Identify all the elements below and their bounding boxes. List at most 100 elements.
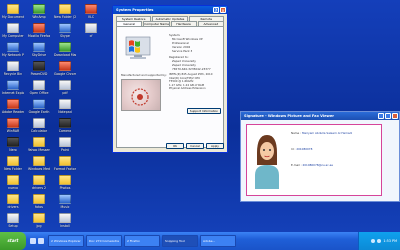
close-button[interactable]: ×: [220, 7, 226, 13]
desktop-icon-label: Google Earth: [28, 110, 50, 114]
red-icon: [85, 4, 97, 14]
desktop-icon[interactable]: cf: [80, 23, 102, 38]
desktop-icon[interactable]: Paint: [54, 137, 76, 152]
desktop-icon[interactable]: Format Factory: [54, 156, 76, 171]
apply-button[interactable]: Apply: [206, 143, 224, 149]
desktop-icon[interactable]: Camera: [54, 118, 76, 133]
desktop-icon[interactable]: drivers 2: [28, 175, 50, 190]
green-icon: [33, 4, 45, 14]
desktop-icon[interactable]: WinAmp: [28, 4, 50, 19]
desktop: My Documents My Computer My Network Places…: [0, 0, 400, 232]
desktop-icon[interactable]: Google Chrome: [54, 61, 76, 76]
desktop-icon[interactable]: Open Office: [28, 80, 50, 95]
desktop-icon[interactable]: Calculator: [28, 118, 50, 133]
manufacturer-info: INTEL(R) 845 August 25th, 2010 Intel(R) …: [169, 72, 227, 91]
desktop-icon-label: Notepad: [58, 110, 72, 114]
taskbar: start 2 Windows Explorer Doc 270 ComeAstr…: [0, 232, 400, 250]
red-icon: [33, 23, 45, 33]
blue-icon: [59, 194, 71, 204]
viewer-titlebar[interactable]: Signature - Windows Picture and Fax View…: [241, 112, 399, 120]
red-icon: [7, 118, 19, 128]
desktop-icon[interactable]: PowerDVD: [28, 61, 50, 76]
desktop-icon-label: Camera: [58, 129, 72, 133]
desktop-icon-label: Recycle Bin: [3, 72, 23, 76]
quick-launch-icon[interactable]: [30, 238, 36, 244]
desktop-icon[interactable]: Download Manager: [54, 42, 76, 57]
desktop-icon-label: Nero: [9, 148, 17, 152]
desktop-icon-label: WinRAR: [6, 129, 20, 133]
taskbar-button[interactable]: Doc 270 ComeAstra: [86, 235, 122, 247]
desktop-icon-label: fotos: [35, 205, 43, 209]
taskbar-button[interactable]: 2 Windows Explorer: [48, 235, 84, 247]
minimize-button[interactable]: [378, 113, 384, 119]
help-button[interactable]: ?: [213, 7, 219, 13]
windows-xp-logo-icon: [125, 36, 151, 59]
desktop-icon[interactable]: Music: [54, 194, 76, 209]
manufacturer-line: Physical Address Extension: [169, 86, 206, 91]
desktop-icon[interactable]: Photos: [54, 175, 76, 190]
quick-launch-icon[interactable]: [38, 238, 44, 244]
system-line: Service Pack 3: [172, 49, 193, 53]
desktop-icon[interactable]: Windows Media Player: [28, 156, 50, 171]
desktop-icon[interactable]: New Folder: [2, 156, 24, 171]
taskbar-button[interactable]: Adobe...: [200, 235, 236, 247]
desktop-icon[interactable]: Recycle Bin: [2, 61, 24, 76]
desktop-icon[interactable]: Skype: [54, 23, 76, 38]
desktop-icon[interactable]: My Network Places: [2, 42, 24, 57]
desktop-icon[interactable]: SkyDrive: [28, 42, 50, 57]
tray-icon[interactable]: [371, 239, 376, 243]
desktop-icon[interactable]: nuevo: [2, 175, 24, 190]
desktop-icon-label: Yahoo Messenger: [28, 148, 50, 152]
desktop-icon[interactable]: My Documents: [2, 4, 24, 19]
cancel-button[interactable]: Cancel: [186, 143, 204, 149]
name-field: Name : Mariyam Abdulla Saleem Al Hamadi: [291, 131, 381, 135]
taskbar-button[interactable]: 2 Firefox: [124, 235, 160, 247]
desktop-icon[interactable]: Google Earth: [28, 99, 50, 114]
desktop-icon[interactable]: My Computer: [2, 23, 24, 38]
start-button[interactable]: start: [0, 232, 26, 250]
desktop-icon[interactable]: Setup: [2, 213, 24, 228]
viewer-close-button[interactable]: [392, 113, 398, 119]
desktop-icon[interactable]: WinRAR: [2, 118, 24, 133]
folder-icon: [33, 175, 45, 185]
desktop-icon[interactable]: Yahoo Messenger: [28, 137, 50, 152]
desktop-icon[interactable]: Internet Explorer: [2, 80, 24, 95]
desktop-icon-label: Calculator: [30, 129, 48, 133]
desktop-icon[interactable]: pdf: [54, 80, 76, 95]
desktop-icon[interactable]: jpg: [28, 213, 50, 228]
general-panel: System: Microsoft Windows XP Professiona…: [116, 26, 224, 148]
desktop-icon[interactable]: Adobe Reader: [2, 99, 24, 114]
dialog-buttons: OK Cancel Apply: [166, 143, 224, 149]
email-label: E-mail :: [291, 163, 302, 167]
desktop-icon[interactable]: Nero: [2, 137, 24, 152]
clock[interactable]: 1:53 PM: [383, 239, 397, 243]
desktop-icon[interactable]: New Folder (2): [54, 4, 76, 19]
desktop-icon-label: Paint: [61, 148, 69, 152]
maximize-button[interactable]: [385, 113, 391, 119]
system-properties-titlebar[interactable]: System Properties ? ×: [113, 6, 227, 14]
desktop-icon[interactable]: Install: [54, 213, 76, 228]
desktop-icon[interactable]: Notepad: [54, 99, 76, 114]
desktop-icon[interactable]: VLC: [80, 4, 102, 19]
folder-icon: [33, 137, 45, 147]
dialog-title: System Properties: [116, 8, 154, 12]
desktop-icon-label: Install: [60, 224, 70, 228]
support-information-button[interactable]: Support Information: [187, 108, 221, 114]
desktop-icon[interactable]: Mozilla Firefox: [28, 23, 50, 38]
dark-icon: [33, 61, 45, 71]
folder-icon: [7, 156, 19, 166]
name-value: Mariyam Abdulla Saleem Al Hamadi: [301, 131, 353, 135]
id-field: Id : 201080078: [291, 147, 381, 151]
desktop-icon-label: SkyDrive: [31, 53, 47, 57]
desktop-icon-label: New Folder (2): [54, 15, 76, 19]
ok-button[interactable]: OK: [166, 143, 184, 149]
desktop-icon[interactable]: drivers: [2, 194, 24, 209]
desktop-icon[interactable]: fotos: [28, 194, 50, 209]
tray-icon[interactable]: [377, 239, 382, 243]
dark-icon: [59, 118, 71, 128]
app-icon: [33, 118, 45, 128]
folder-icon: [59, 156, 71, 166]
desktop-icon-label: My Network Places: [2, 53, 24, 57]
folder-icon: [33, 213, 45, 223]
taskbar-button[interactable]: Snipping Tool: [162, 235, 198, 247]
